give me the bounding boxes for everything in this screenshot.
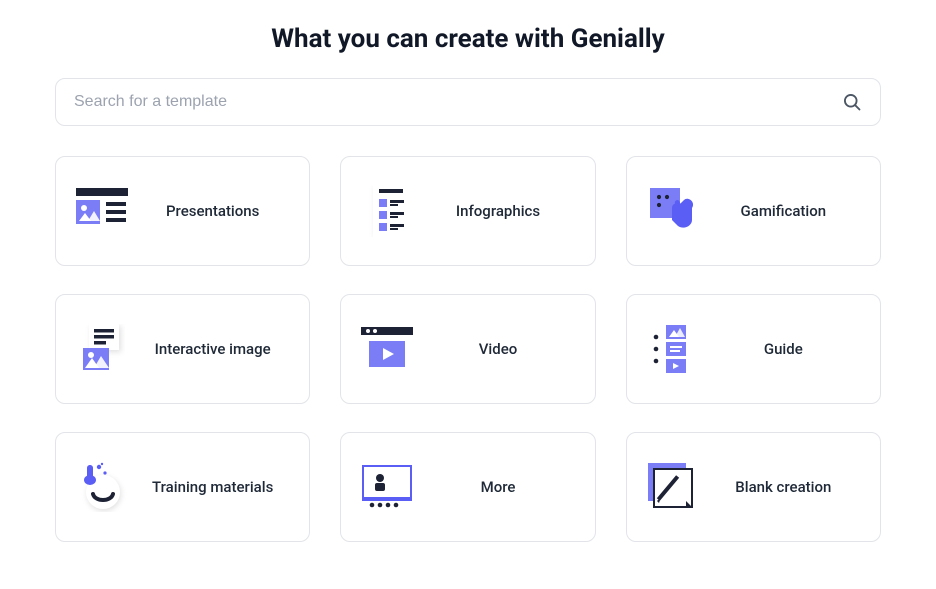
blank-creation-icon [643, 457, 703, 517]
card-more[interactable]: More [340, 432, 595, 542]
card-label: Presentations [132, 202, 293, 221]
card-gamification[interactable]: Gamification [626, 156, 881, 266]
card-label: Training materials [132, 478, 293, 497]
card-label: Blank creation [703, 478, 864, 497]
category-grid: Presentations Infographic [55, 156, 881, 542]
card-video[interactable]: Video [340, 294, 595, 404]
presentations-icon [72, 181, 132, 241]
video-icon [357, 319, 417, 379]
interactive-image-icon [72, 319, 132, 379]
card-label: Guide [703, 340, 864, 359]
card-label: Video [417, 340, 578, 359]
guide-icon [643, 319, 703, 379]
training-materials-icon [72, 457, 132, 517]
card-blank-creation[interactable]: Blank creation [626, 432, 881, 542]
infographics-icon [357, 181, 417, 241]
search-input[interactable] [74, 93, 842, 111]
card-presentations[interactable]: Presentations [55, 156, 310, 266]
card-infographics[interactable]: Infographics [340, 156, 595, 266]
card-label: More [417, 478, 578, 497]
card-interactive-image[interactable]: Interactive image [55, 294, 310, 404]
search-bar[interactable] [55, 78, 881, 126]
more-icon [357, 457, 417, 517]
card-guide[interactable]: Guide [626, 294, 881, 404]
card-training-materials[interactable]: Training materials [55, 432, 310, 542]
search-icon[interactable] [842, 92, 862, 112]
card-label: Gamification [703, 202, 864, 221]
card-label: Interactive image [132, 340, 293, 359]
card-label: Infographics [417, 202, 578, 221]
gamification-icon [643, 181, 703, 241]
page-title: What you can create with Genially [55, 24, 881, 54]
